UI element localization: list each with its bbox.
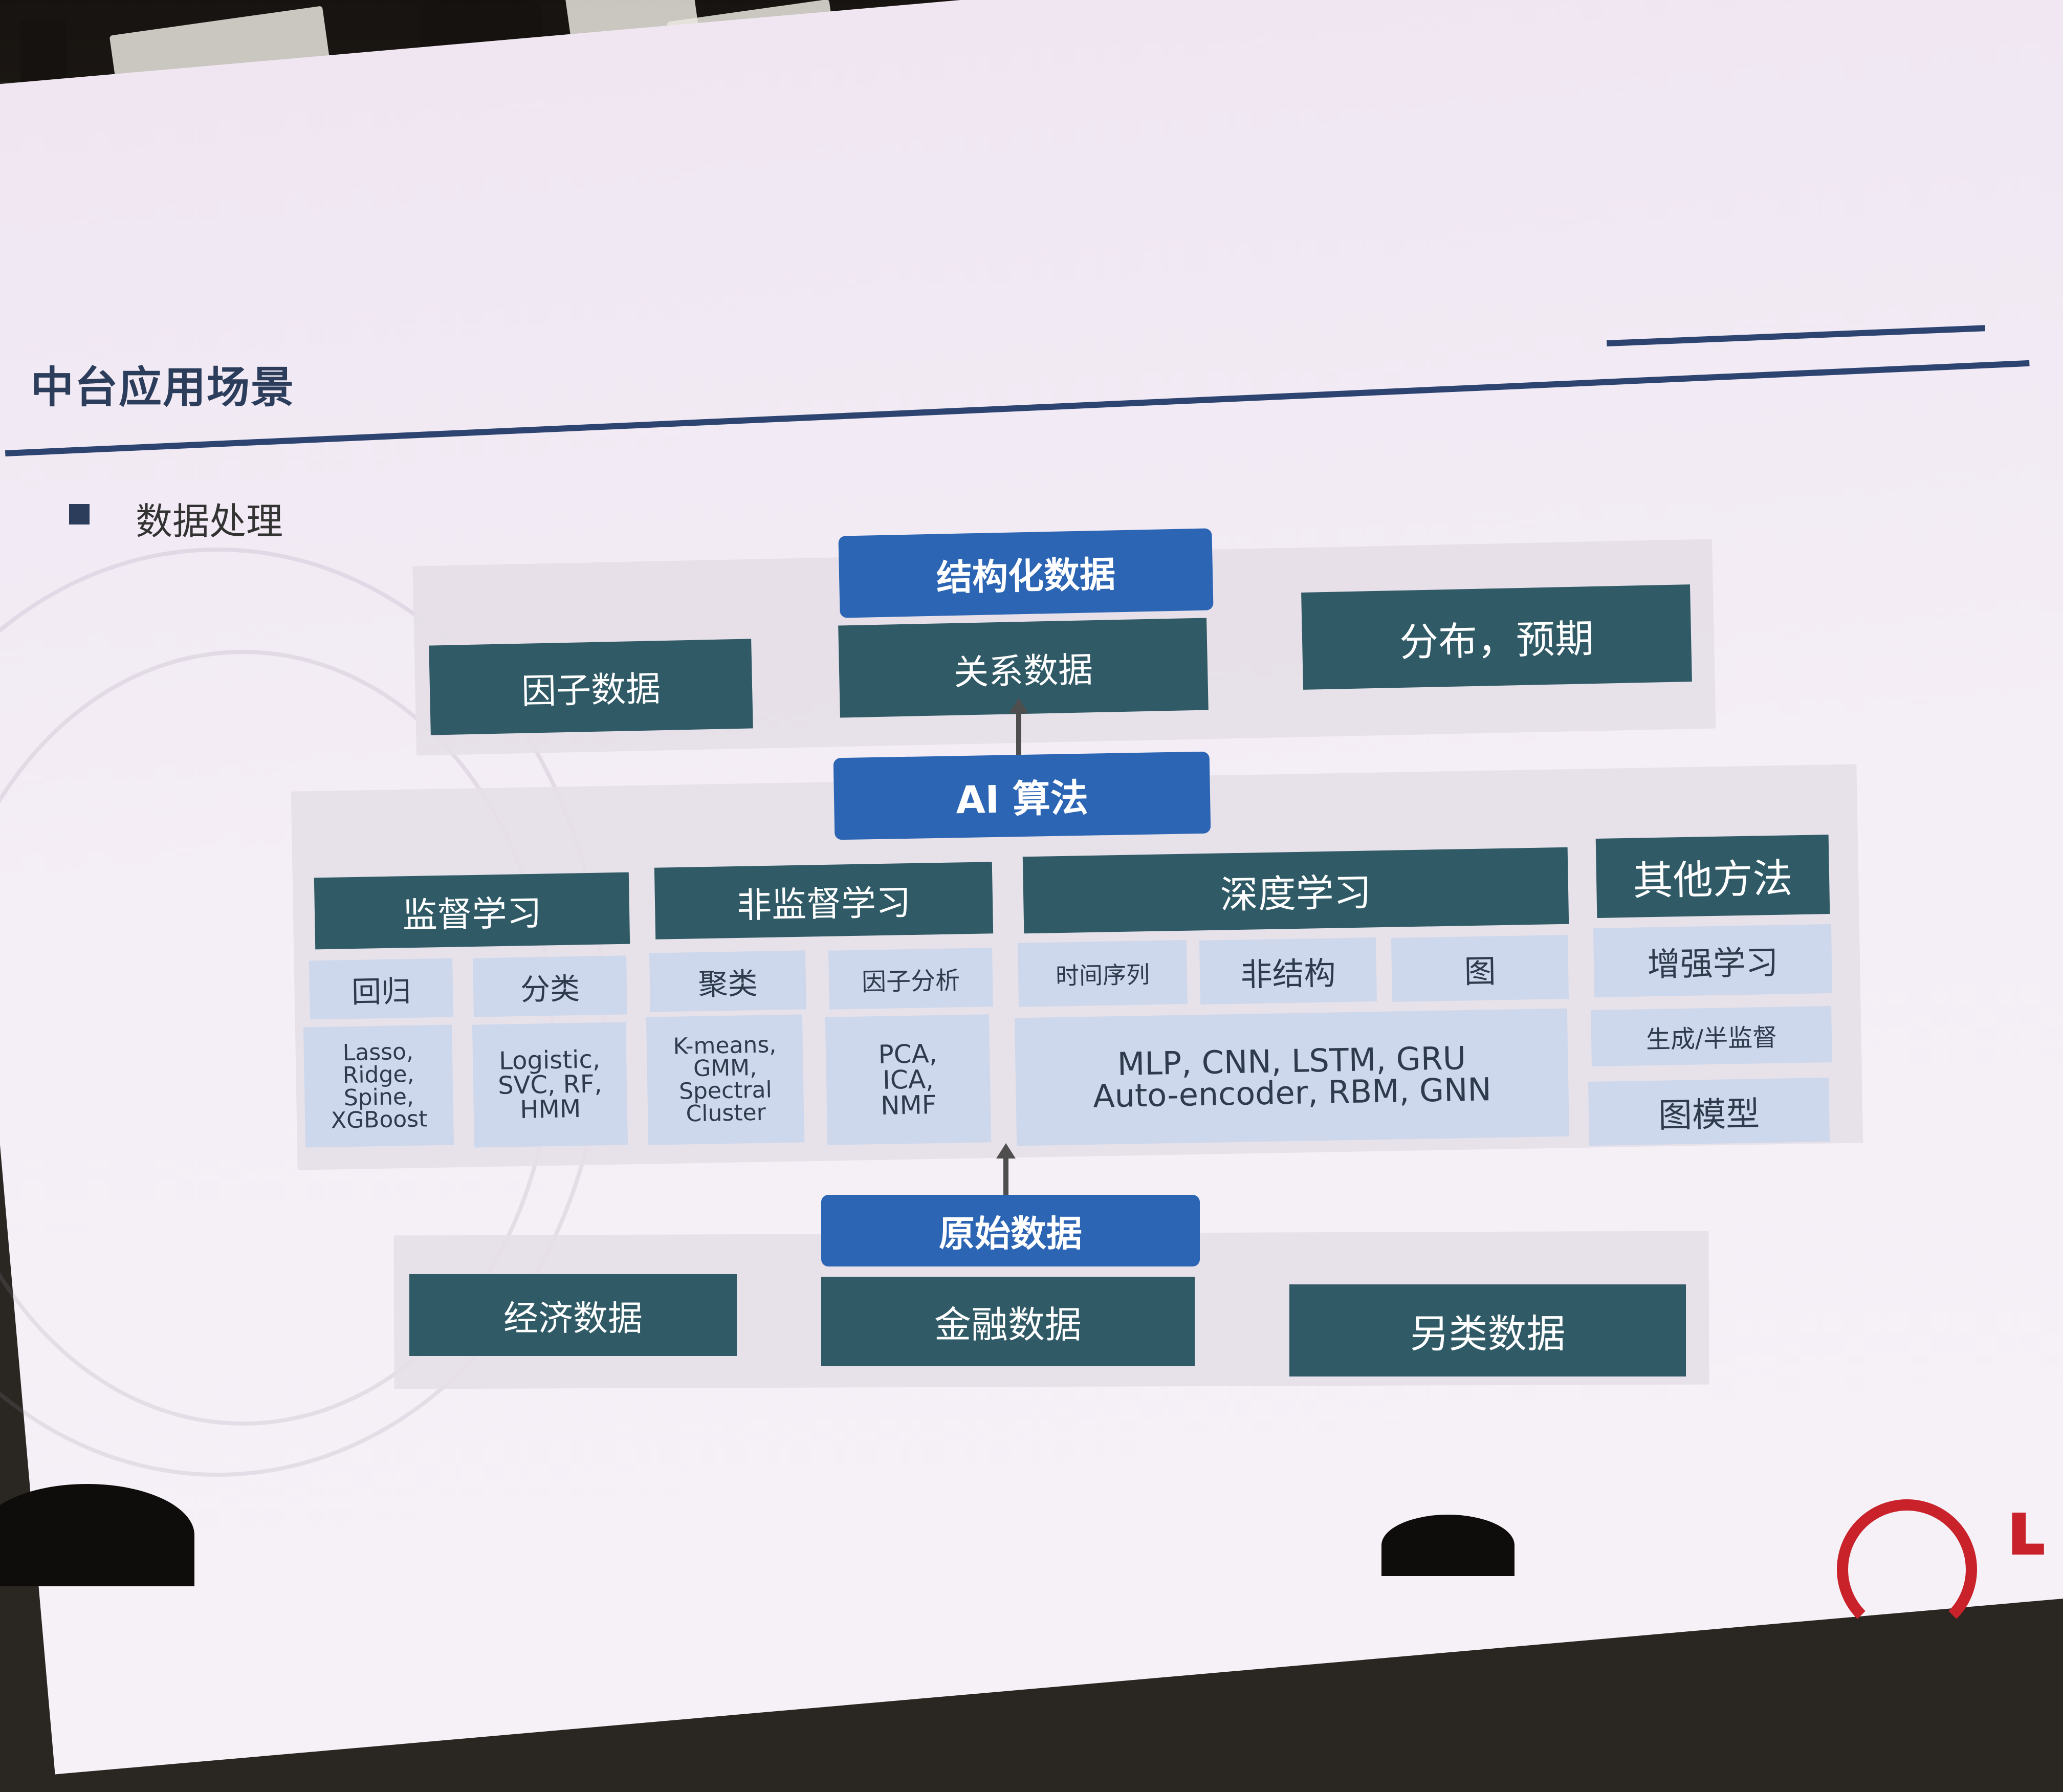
reinforcement-cell: 增强学习 bbox=[1593, 924, 1833, 998]
method-text: NMF bbox=[880, 1090, 937, 1121]
method-text: HMM bbox=[519, 1094, 581, 1125]
distribution-box: 分布，预期 bbox=[1301, 584, 1692, 690]
logo-text: ʟ bbox=[2006, 1484, 2047, 1573]
method-text: XGBoost bbox=[331, 1105, 428, 1134]
deep-methods: MLP, CNN, LSTM, GRU Auto-encoder, RBM, G… bbox=[1014, 1008, 1570, 1146]
graph-cell: 图 bbox=[1391, 934, 1569, 1002]
deep-learning-label: 深度学习 bbox=[1022, 847, 1569, 934]
method-text: Spine, bbox=[343, 1083, 414, 1111]
bullet-square bbox=[69, 504, 90, 525]
method-text: ICA, bbox=[882, 1064, 934, 1095]
generative-cell: 生成/半监督 bbox=[1591, 1006, 1832, 1067]
unsupervised-learning-label: 非监督学习 bbox=[654, 862, 994, 939]
clustering-methods: K-means, GMM, Spectral Cluster bbox=[646, 1014, 805, 1145]
time-series-cell: 时间序列 bbox=[1017, 940, 1188, 1007]
bullet-text: 数据处理 bbox=[136, 500, 283, 543]
method-text: K-means, bbox=[673, 1032, 777, 1060]
structured-header: 结构化数据 bbox=[838, 528, 1214, 618]
ai-header: AI 算法 bbox=[833, 751, 1211, 840]
regression-methods: Lasso, Ridge, Spine, XGBoost bbox=[303, 1024, 454, 1148]
method-text: Lasso, bbox=[342, 1038, 414, 1066]
unstructured-cell: 非结构 bbox=[1199, 937, 1377, 1005]
classification-methods: Logistic, SVC, RF, HMM bbox=[472, 1022, 628, 1148]
method-text: Cluster bbox=[686, 1099, 766, 1127]
audience-head bbox=[1381, 1515, 1515, 1576]
other-methods-label: 其他方法 bbox=[1595, 835, 1830, 918]
factor-analysis-methods: PCA, ICA, NMF bbox=[825, 1014, 992, 1145]
method-text: SVC, RF, bbox=[497, 1069, 603, 1100]
method-text: PCA, bbox=[878, 1039, 938, 1070]
logo-mark bbox=[1837, 1499, 1977, 1640]
regression-cell: 回归 bbox=[309, 958, 453, 1020]
method-text: Ridge, bbox=[342, 1061, 414, 1088]
graph-model-cell: 图模型 bbox=[1588, 1077, 1830, 1146]
factor-analysis-cell: 因子分析 bbox=[828, 948, 993, 1010]
classification-cell: 分类 bbox=[473, 955, 627, 1017]
factor-data-box: 因子数据 bbox=[429, 639, 753, 735]
financial-data-box: 金融数据 bbox=[821, 1277, 1195, 1366]
supervised-learning-label: 监督学习 bbox=[314, 872, 630, 950]
alternative-data-box: 另类数据 bbox=[1289, 1284, 1686, 1376]
economic-data-box: 经济数据 bbox=[409, 1274, 737, 1356]
slide-title: 中台应用场景 bbox=[31, 362, 295, 412]
method-text: Auto-encoder, RBM, GNN bbox=[1092, 1070, 1492, 1115]
method-text: GMM, bbox=[693, 1054, 757, 1082]
raw-header: 原始数据 bbox=[821, 1195, 1200, 1266]
clustering-cell: 聚类 bbox=[649, 950, 806, 1012]
